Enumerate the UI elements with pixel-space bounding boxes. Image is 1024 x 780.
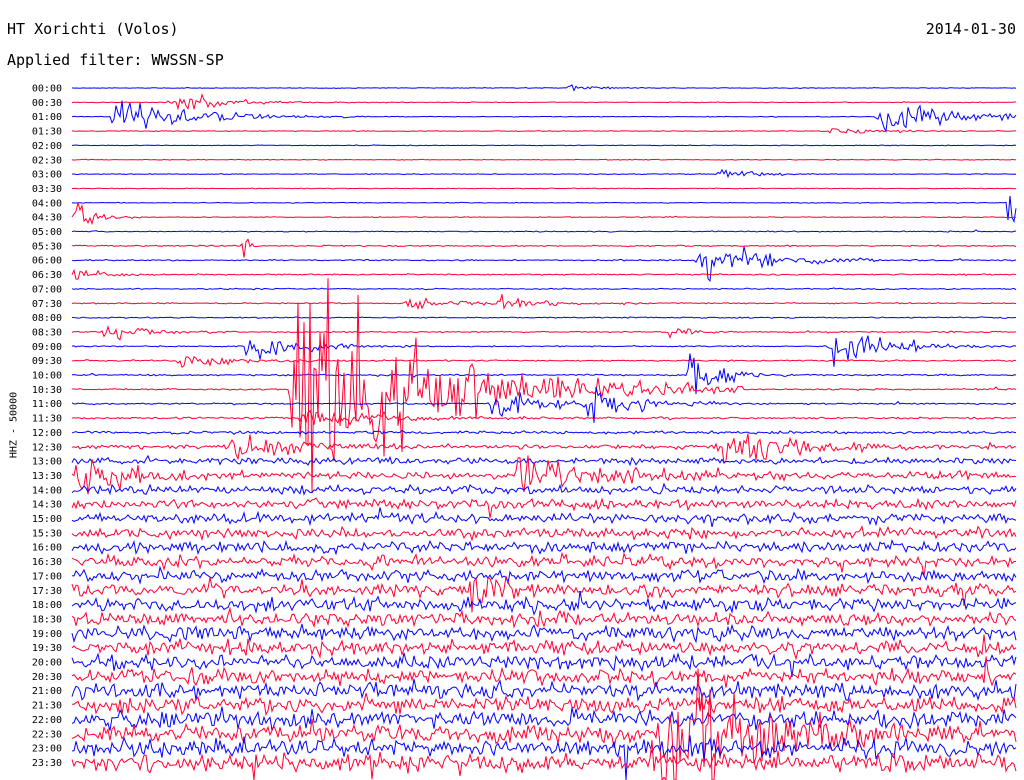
row-time-label: 09:00 [32, 342, 62, 353]
seismogram-trace-row [71, 202, 1017, 226]
row-time-label: 10:00 [32, 371, 62, 382]
seismogram-trace-row [71, 229, 1017, 233]
row-time-label: 15:00 [32, 514, 62, 525]
seismogram-trace-row [71, 100, 1017, 134]
seismogram-trace-row [71, 652, 1017, 677]
seismogram-trace-row [72, 692, 1017, 717]
row-time-label: 09:30 [32, 356, 62, 367]
row-time-label: 10:30 [32, 385, 62, 396]
row-time-label: 02:30 [32, 155, 62, 166]
row-time-label: 22:30 [32, 729, 62, 740]
row-time-label: 08:00 [32, 313, 62, 324]
seismogram-trace-row [71, 144, 1017, 147]
row-time-label: 12:00 [32, 428, 62, 439]
row-time-label: 11:30 [32, 414, 62, 425]
row-time-label: 14:00 [32, 485, 62, 496]
seismogram-trace-row [71, 454, 1017, 467]
row-time-label: 16:00 [32, 543, 62, 554]
seismogram-trace-row [71, 158, 1017, 161]
row-time-label: 19:00 [32, 629, 62, 640]
seismogram-trace-row [72, 168, 1017, 179]
row-time-label: 00:30 [32, 98, 62, 109]
seismogram-trace-row [71, 735, 1017, 780]
row-time-label: 01:30 [32, 127, 62, 138]
row-time-label: 08:30 [32, 327, 62, 338]
row-time-label: 16:30 [32, 557, 62, 568]
row-time-label: 22:00 [32, 715, 62, 726]
row-time-labels: 00:00 00:30 01:00 01:30 02:00 02:30 03:00 03:30… [32, 84, 62, 769]
row-time-label: 13:00 [32, 457, 62, 468]
seismogram-trace-row [71, 325, 1017, 341]
seismogram-trace-row [71, 538, 1017, 556]
row-time-label: 17:00 [32, 571, 62, 582]
row-time-label: 06:00 [32, 256, 62, 267]
row-time-label: 01:00 [32, 112, 62, 123]
row-time-label: 23:30 [32, 758, 62, 769]
seismogram-traces [71, 84, 1017, 780]
row-time-label: 18:30 [32, 614, 62, 625]
seismogram-trace-row [71, 93, 1017, 111]
seismogram-trace-row [71, 316, 1016, 319]
seismogram-trace-row [71, 246, 1017, 283]
row-time-label: 12:30 [32, 442, 62, 453]
row-time-label: 02:00 [32, 141, 62, 152]
seismogram-trace-row [71, 634, 1017, 661]
row-time-label: 04:30 [32, 213, 62, 224]
row-time-label: 17:30 [32, 586, 62, 597]
row-time-label: 21:30 [32, 701, 62, 712]
row-time-label: 23:00 [32, 744, 62, 755]
row-time-label: 00:00 [32, 84, 62, 95]
row-time-label: 11:00 [32, 399, 62, 410]
row-time-label: 06:30 [32, 270, 62, 281]
row-time-label: 21:00 [32, 686, 62, 697]
seismogram-trace-row [71, 591, 1017, 616]
seismogram-trace-row [71, 565, 1017, 585]
seismogram-trace-row [71, 429, 1017, 435]
seismogram-trace-row [71, 706, 1017, 733]
seismogram-trace-row [71, 482, 1017, 496]
seismogram-trace-row [71, 268, 1017, 280]
seismogram-trace-row [71, 525, 1017, 542]
seismogram-trace-row [71, 409, 1017, 426]
row-time-label: 18:00 [32, 600, 62, 611]
row-time-label: 03:00 [32, 170, 62, 181]
seismogram-trace-row [71, 84, 1017, 92]
row-time-label: 20:30 [32, 672, 62, 683]
row-time-label: 19:30 [32, 643, 62, 654]
seismogram-trace-row [71, 335, 1017, 367]
row-time-label: 05:30 [32, 241, 62, 252]
row-time-label: 20:00 [32, 658, 62, 669]
seismogram-trace-row [71, 455, 1017, 495]
seismogram-plot: 00:00 00:30 01:00 01:30 02:00 02:30 03:00 03:30… [32, 84, 1017, 780]
row-time-label: 14:30 [32, 500, 62, 511]
row-time-label: 13:30 [32, 471, 62, 482]
seismogram-trace-row [71, 507, 1017, 528]
seismogram-trace-row [71, 294, 1017, 311]
seismogram-trace-row [71, 551, 1017, 577]
seismogram-trace-row [71, 287, 1017, 291]
row-time-label: 05:00 [32, 227, 62, 238]
row-time-label: 04:00 [32, 198, 62, 209]
row-time-label: 03:30 [32, 184, 62, 195]
row-time-label: 07:00 [32, 284, 62, 295]
seismogram-trace-row [71, 433, 1017, 465]
row-time-label: 15:30 [32, 528, 62, 539]
seismogram-trace-row [71, 356, 1017, 368]
seismogram-trace-row [71, 128, 1016, 134]
seismogram-trace-row [72, 187, 1017, 190]
seismogram-trace-row [71, 238, 1017, 258]
row-time-label: 07:30 [32, 299, 62, 310]
